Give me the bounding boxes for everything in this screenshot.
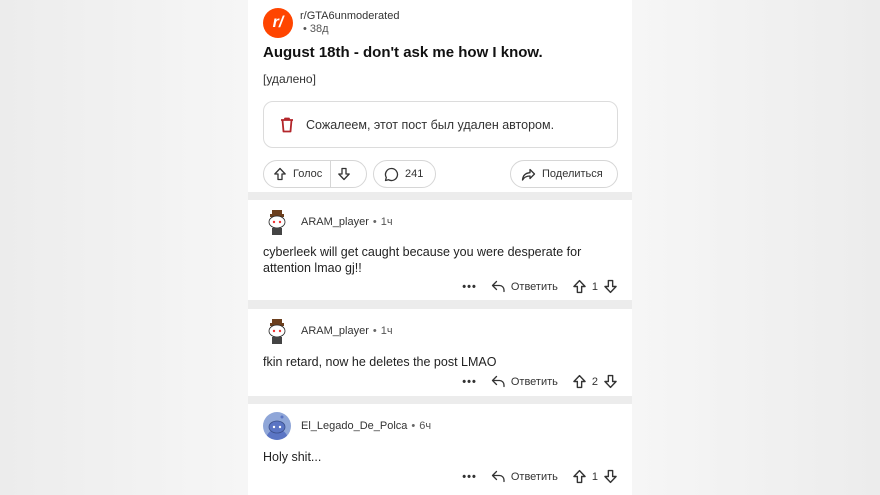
comment-actions: ••• Ответить 2 — [462, 374, 618, 389]
downvote-icon[interactable] — [603, 469, 618, 484]
comment-username[interactable]: ARAM_player — [301, 325, 369, 337]
background-left — [0, 0, 248, 495]
comments-button[interactable]: 241 — [373, 160, 436, 188]
comment-age: 6ч — [419, 420, 432, 432]
vote-label: Голос — [293, 168, 323, 180]
vote-control: Голос — [263, 160, 367, 188]
comment: El_Legado_De_Polca • 6ч Holy shit... •••… — [248, 404, 632, 495]
post-header: r/ r/GTA6unmoderated • 38д — [263, 8, 399, 38]
vote-divider — [330, 160, 332, 188]
upvote-icon[interactable] — [572, 374, 587, 389]
comment-actions: ••• Ответить 1 — [462, 279, 618, 294]
post-age: • 38д — [303, 23, 329, 35]
trash-icon — [278, 116, 296, 134]
feed: r/ r/GTA6unmoderated • 38д August 18th -… — [248, 0, 632, 495]
subreddit-name[interactable]: r/GTA6unmoderated — [300, 10, 399, 23]
comment-score: 1 — [591, 470, 598, 483]
more-options-button[interactable]: ••• — [462, 376, 477, 388]
reply-label: Ответить — [510, 280, 558, 293]
share-label: Поделиться — [542, 168, 603, 180]
comment-header: ARAM_player • 1ч — [263, 208, 393, 236]
separator-dot: • — [411, 420, 416, 432]
comment-actions: ••• Ответить 1 — [462, 469, 618, 484]
post-card[interactable]: r/ r/GTA6unmoderated • 38д August 18th -… — [248, 0, 632, 192]
downvote-icon[interactable] — [603, 374, 618, 389]
reply-icon — [491, 375, 506, 388]
reply-icon — [491, 470, 506, 483]
comment: ARAM_player • 1ч cyberleek will get caug… — [248, 200, 632, 300]
reply-button[interactable]: Ответить — [491, 280, 558, 293]
downvote-icon[interactable] — [603, 279, 618, 294]
avatar[interactable] — [263, 317, 291, 345]
separator-dot: • — [372, 325, 377, 337]
comment-header: El_Legado_De_Polca • 6ч — [263, 412, 431, 440]
comment: ARAM_player • 1ч fkin retard, now he del… — [248, 309, 632, 396]
upvote-icon[interactable] — [572, 469, 587, 484]
comment-score: 2 — [591, 375, 598, 388]
comment-age: 1ч — [380, 325, 393, 337]
comment-username[interactable]: El_Legado_De_Polca — [301, 420, 407, 432]
more-options-button[interactable]: ••• — [462, 281, 477, 293]
comment-text: fkin retard, now he deletes the post LMA… — [263, 355, 497, 369]
comment-text: Holy shit... — [263, 450, 322, 464]
share-icon — [521, 167, 536, 182]
comment-count: 241 — [405, 168, 424, 180]
reply-icon — [491, 280, 506, 293]
reply-button[interactable]: Ответить — [491, 375, 558, 388]
comment-username[interactable]: ARAM_player — [301, 216, 369, 228]
separator-dot: • — [372, 216, 377, 228]
comment-age: 1ч — [380, 216, 393, 228]
subreddit-icon[interactable]: r/ — [263, 8, 293, 38]
deleted-notice: Сожалеем, этот пост был удален автором. — [263, 101, 618, 148]
deleted-message: Сожалеем, этот пост был удален автором. — [306, 117, 555, 132]
reply-button[interactable]: Ответить — [491, 470, 558, 483]
background-right — [632, 0, 880, 495]
post-meta: r/GTA6unmoderated • 38д — [300, 10, 399, 36]
comment-header: ARAM_player • 1ч — [263, 317, 393, 345]
removed-label: [удалено] — [263, 72, 316, 86]
share-button[interactable]: Поделиться — [510, 160, 618, 188]
avatar[interactable] — [263, 412, 291, 440]
upvote-icon[interactable] — [572, 279, 587, 294]
reply-label: Ответить — [510, 375, 558, 388]
comment-text: cyberleek will get caught because you we… — [263, 245, 582, 275]
avatar[interactable] — [263, 208, 291, 236]
upvote-icon[interactable] — [273, 167, 287, 181]
reply-label: Ответить — [510, 470, 558, 483]
post-title[interactable]: August 18th - don't ask me how I know. — [263, 44, 543, 61]
comment-bubble-icon — [384, 167, 399, 182]
more-options-button[interactable]: ••• — [462, 471, 477, 483]
downvote-icon[interactable] — [337, 167, 351, 181]
comment-score: 1 — [591, 280, 598, 293]
